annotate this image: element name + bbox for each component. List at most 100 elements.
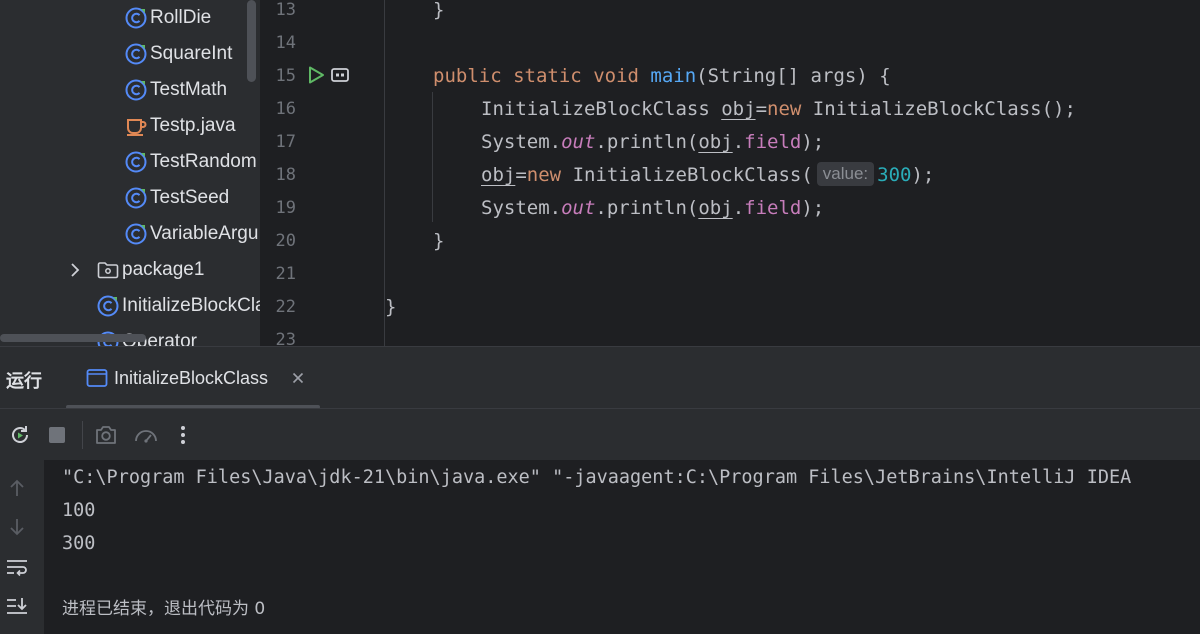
ide-window: RollDie SquareInt TestMath Testp.java Te <box>0 0 1200 634</box>
tree-item-rolldie[interactable]: RollDie <box>124 0 211 36</box>
code-line-15: public static void main(String[] args) { <box>433 60 891 93</box>
code-editor[interactable]: 13 14 15 16 17 18 19 20 21 22 23 } publi… <box>260 0 1200 346</box>
constructor-call: InitializeBlockClass(); <box>812 98 1076 120</box>
number-literal: 300 <box>877 164 912 186</box>
stop-icon[interactable] <box>43 421 71 449</box>
console-output[interactable]: "C:\Program Files\Java\jdk-21\bin\java.e… <box>44 460 1200 634</box>
close-icon[interactable] <box>288 368 308 388</box>
down-arrow-icon[interactable] <box>4 514 30 540</box>
tree-item-label: package1 <box>122 259 205 280</box>
tree-item-testmath[interactable]: TestMath <box>124 72 227 108</box>
java-class-icon <box>124 186 148 210</box>
code-line-18: obj=new InitializeBlockClass(value: 300); <box>481 159 934 192</box>
line-number: 13 <box>275 0 296 20</box>
type-name: InitializeBlockClass <box>481 98 710 120</box>
static-field: out <box>561 131 596 153</box>
more-options-icon[interactable] <box>169 421 197 449</box>
call-end: ); <box>801 131 825 153</box>
class-ref: System. <box>481 197 562 219</box>
line-number: 21 <box>275 264 296 284</box>
static-field: out <box>561 197 596 219</box>
code-line-17: System.out.println(obj.field); <box>481 126 824 159</box>
run-panel-title: 运行 <box>6 371 42 391</box>
dot: . <box>732 131 745 153</box>
profiler-gauge-icon[interactable] <box>132 421 160 449</box>
tree-item-variableargu[interactable]: VariableArgu <box>124 216 258 252</box>
console-line: "C:\Program Files\Java\jdk-21\bin\java.e… <box>62 467 1132 488</box>
tree-item-label: InitializeBlockCla <box>122 295 260 316</box>
variable: obj <box>698 197 733 219</box>
java-class-icon <box>124 6 148 30</box>
code-line-19: System.out.println(obj.field); <box>481 192 824 225</box>
tree-item-testseed[interactable]: TestSeed <box>124 180 229 216</box>
line-number: 17 <box>275 132 296 152</box>
variable: obj <box>721 98 756 120</box>
java-class-icon <box>96 294 120 318</box>
tree-item-label: TestSeed <box>150 187 230 208</box>
closing-brace: } <box>433 0 445 21</box>
call-end: ); <box>801 197 825 219</box>
class-ref: System. <box>481 131 562 153</box>
java-class-icon <box>124 78 148 102</box>
keyword: new <box>526 164 562 186</box>
tree-horizontal-scrollbar[interactable] <box>0 334 146 342</box>
code-line-13: } <box>433 0 444 27</box>
dot: . <box>732 197 745 219</box>
debug-gutter-icon[interactable] <box>331 67 349 88</box>
method-call: .println( <box>595 197 699 219</box>
chevron-right-icon[interactable] <box>66 261 84 279</box>
run-tab-label: InitializeBlockClass <box>114 367 269 388</box>
console-line: 进程已结束，退出代码为 0 <box>62 599 266 619</box>
tree-item-label: SquareInt <box>150 43 233 64</box>
keyword: new <box>767 98 802 120</box>
run-tab-initializeblockclass[interactable]: InitializeBlockClass <box>66 347 320 409</box>
package-folder-icon <box>96 258 120 282</box>
line-number: 14 <box>275 33 296 53</box>
line-number: 15 <box>275 66 296 86</box>
camera-icon[interactable] <box>92 421 120 449</box>
soft-wrap-icon[interactable] <box>4 554 30 580</box>
java-file-icon <box>124 114 148 138</box>
parameter-hint: value: <box>816 162 875 186</box>
code-line-22: } <box>385 291 396 324</box>
scroll-to-end-icon[interactable] <box>4 593 30 619</box>
line-number: 22 <box>275 297 296 317</box>
line-number: 20 <box>275 231 296 251</box>
keyword: void <box>593 65 639 87</box>
indent-guide <box>432 92 433 222</box>
closing-brace: } <box>385 296 397 318</box>
java-class-icon <box>124 42 148 66</box>
code-line-16: InitializeBlockClass obj=new InitializeB… <box>481 93 1076 126</box>
constructor-call: InitializeBlockClass( <box>572 164 813 186</box>
line-number: 19 <box>275 198 296 218</box>
tree-item-label: RollDie <box>150 7 212 28</box>
field-ref: field <box>744 197 802 219</box>
call-end: ); <box>911 164 935 186</box>
tree-item-package1[interactable]: package1 <box>71 252 205 288</box>
closing-brace: } <box>433 230 445 252</box>
tree-vertical-scrollbar[interactable] <box>247 0 256 82</box>
method-call: .println( <box>595 131 699 153</box>
params: (String[] args) { <box>696 65 891 87</box>
java-class-icon <box>124 150 148 174</box>
tree-item-squareint[interactable]: SquareInt <box>124 36 232 72</box>
variable: obj <box>481 164 516 186</box>
project-tree-panel: RollDie SquareInt TestMath Testp.java Te <box>0 0 260 346</box>
tree-item-initializeblockclass[interactable]: InitializeBlockCla <box>96 288 260 324</box>
tree-item-testrandom[interactable]: TestRandom <box>124 144 257 180</box>
tree-item-label: Testp.java <box>150 115 236 136</box>
operator: = <box>515 164 527 186</box>
line-number: 16 <box>275 99 296 119</box>
variable: obj <box>698 131 733 153</box>
rerun-icon[interactable] <box>6 421 34 449</box>
console-line: 300 <box>62 533 96 554</box>
keyword: static <box>513 65 582 87</box>
tree-item-label: TestRandom <box>150 151 257 172</box>
field-ref: field <box>744 131 802 153</box>
run-tool-window-header: 运行 InitializeBlockClass <box>0 346 1200 409</box>
tree-item-label: TestMath <box>150 79 228 100</box>
tree-item-testp-java[interactable]: Testp.java <box>124 108 236 144</box>
run-gutter-icon[interactable] <box>306 65 326 90</box>
code-line-20: } <box>433 225 444 258</box>
up-arrow-icon[interactable] <box>4 475 30 501</box>
